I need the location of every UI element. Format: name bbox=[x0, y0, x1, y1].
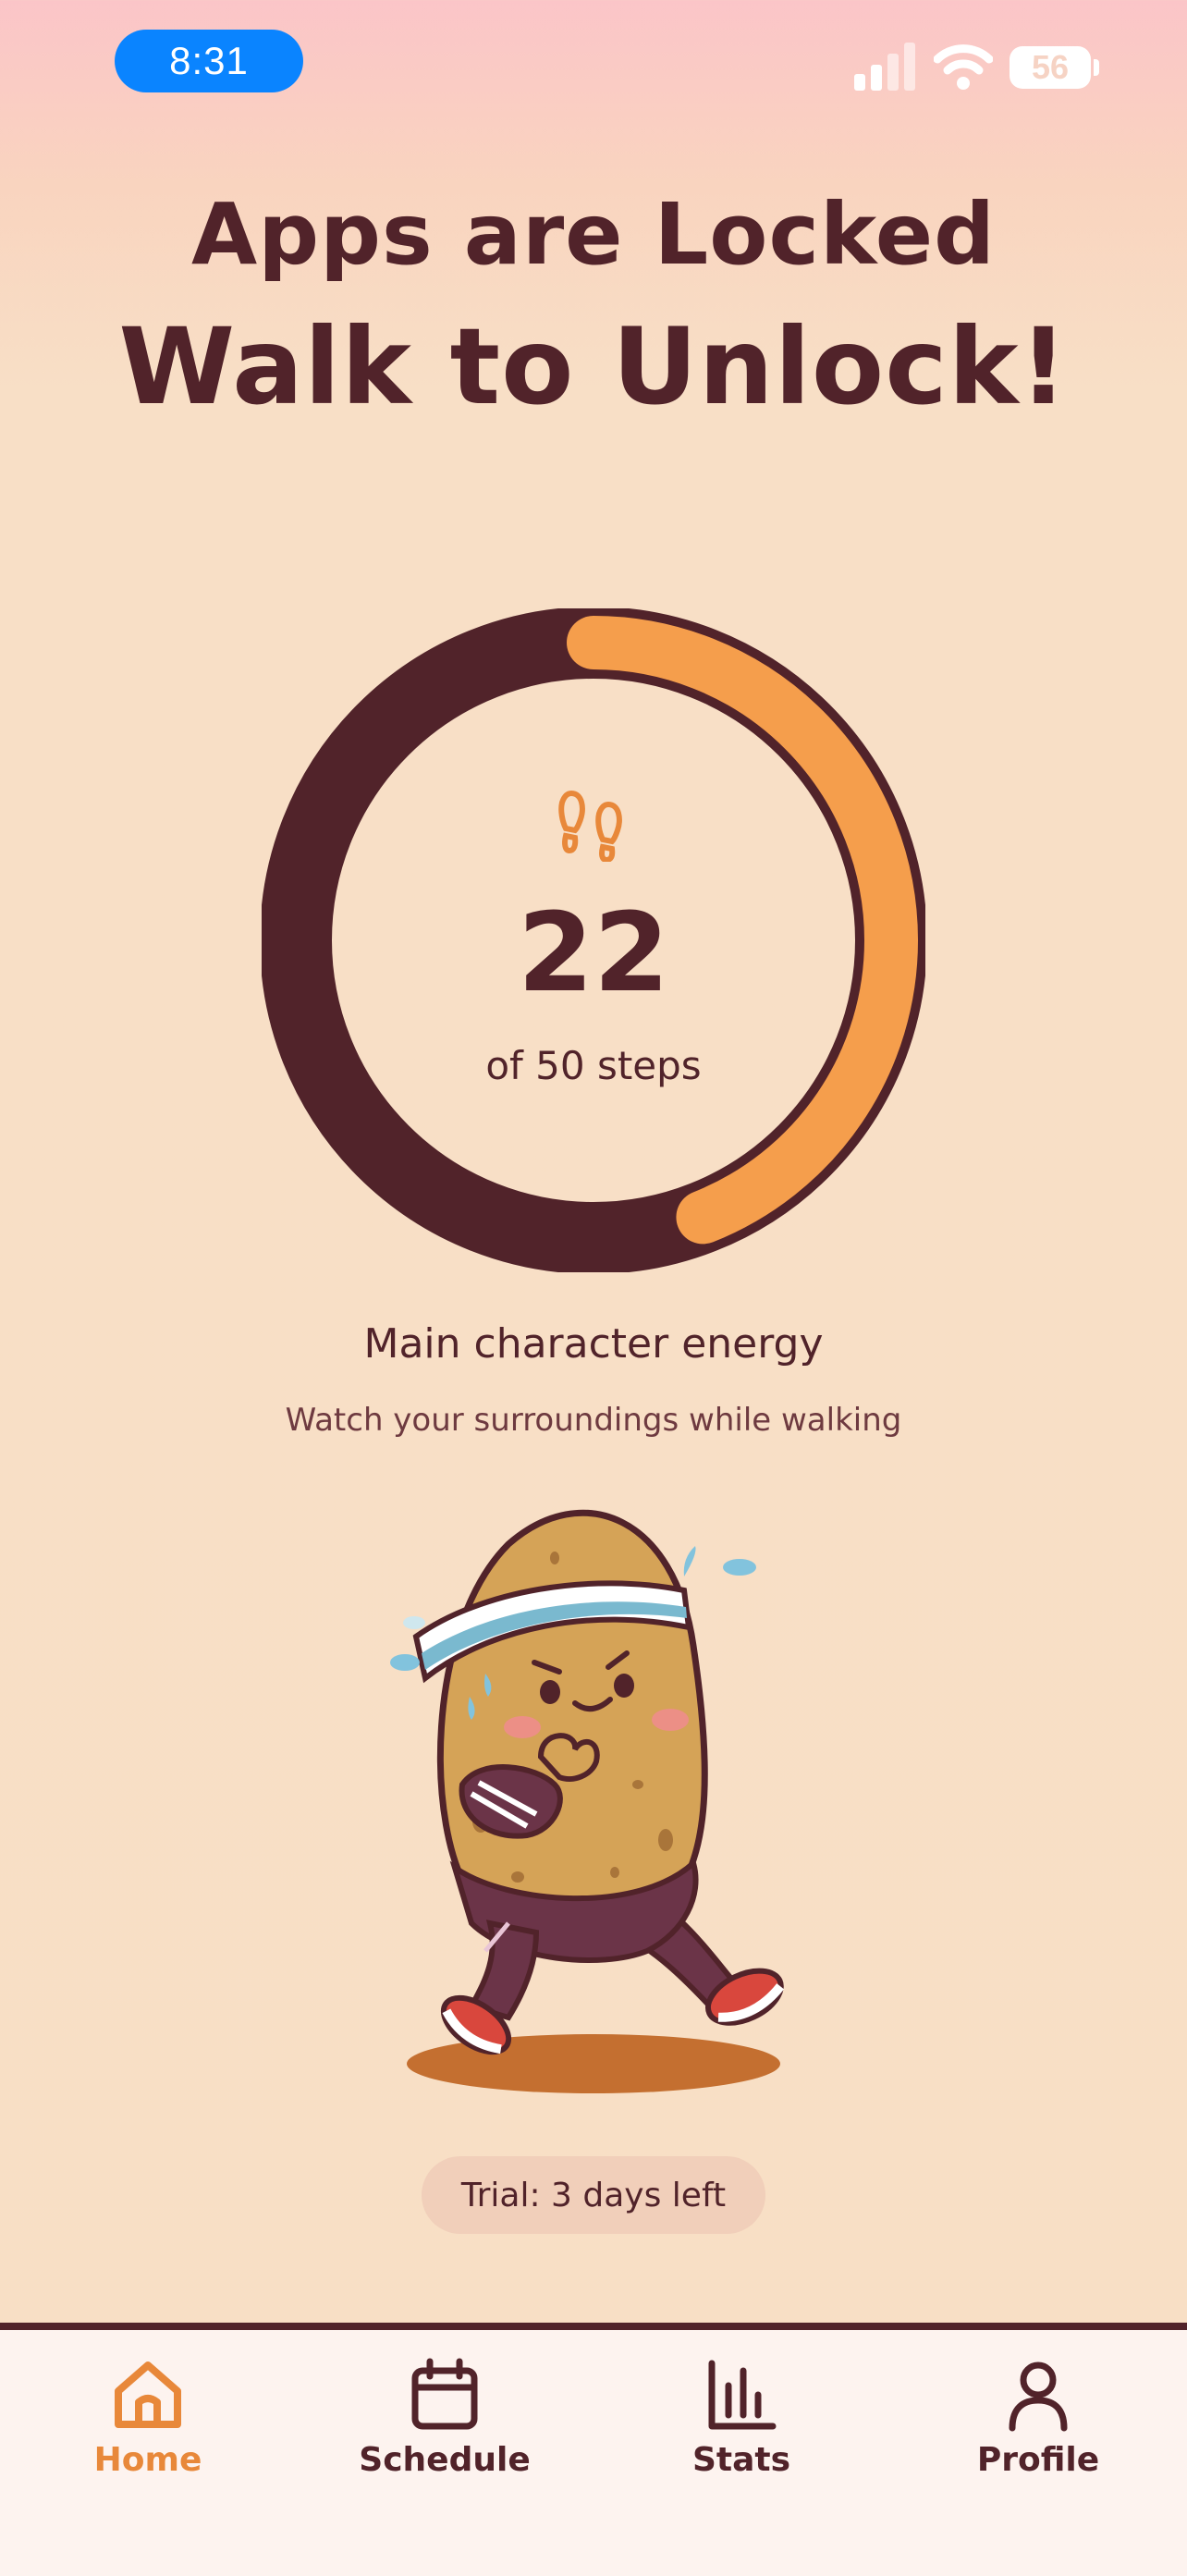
battery-nub bbox=[1094, 59, 1099, 76]
trial-label: Trial: 3 days left bbox=[460, 2176, 727, 2214]
person-icon bbox=[1009, 2361, 1068, 2432]
unlock-title: Walk to Unlock! bbox=[118, 305, 1069, 428]
home-icon bbox=[115, 2361, 181, 2428]
bar-chart-icon bbox=[708, 2360, 777, 2430]
tab-schedule[interactable]: Schedule bbox=[324, 2358, 565, 2524]
trial-badge[interactable]: Trial: 3 days left bbox=[422, 2156, 765, 2234]
tab-home[interactable]: Home bbox=[28, 2358, 268, 2524]
steps-goal: of 50 steps bbox=[485, 1043, 702, 1088]
battery-level: 56 bbox=[1031, 48, 1070, 86]
tab-stats[interactable]: Stats bbox=[621, 2358, 862, 2524]
safety-tip: Watch your surroundings while walking bbox=[285, 1402, 902, 1439]
potato-mascot-illustration bbox=[390, 1509, 785, 2093]
tab-bar: Home Schedule Stats Profile bbox=[0, 2323, 1187, 2576]
signal-icon bbox=[854, 43, 915, 91]
tab-stats-label: Stats bbox=[691, 2441, 791, 2479]
steps-count: 22 bbox=[517, 889, 670, 1016]
tab-home-label: Home bbox=[93, 2441, 202, 2479]
lock-title: Apps are Locked bbox=[191, 185, 996, 284]
status-bar: 8:31 56 bbox=[0, 0, 1187, 129]
wifi-icon bbox=[934, 44, 993, 90]
status-time: 8:31 bbox=[115, 30, 303, 92]
calendar-icon bbox=[411, 2358, 478, 2430]
tab-profile[interactable]: Profile bbox=[918, 2358, 1158, 2524]
tab-schedule-label: Schedule bbox=[359, 2441, 531, 2479]
footsteps-icon bbox=[558, 790, 622, 862]
motivation-headline: Main character energy bbox=[363, 1320, 824, 1368]
battery-icon: 56 bbox=[1010, 46, 1091, 89]
tab-profile-label: Profile bbox=[976, 2441, 1100, 2479]
